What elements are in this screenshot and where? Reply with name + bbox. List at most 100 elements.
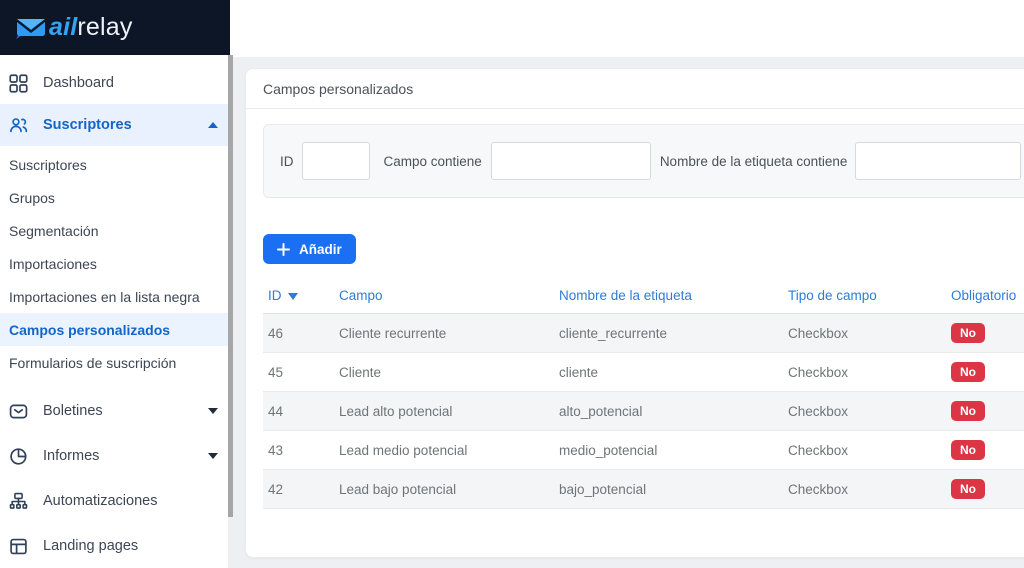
column-header-campo[interactable]: Campo [334, 284, 554, 314]
cell-id: 43 [263, 430, 334, 470]
chevron-down-icon [208, 453, 218, 459]
campo-filter-input[interactable] [490, 142, 651, 180]
sidebar: ailrelay Dashboard Suscriptores Suscript… [0, 0, 233, 568]
sidebar-nav: Dashboard Suscriptores Suscriptores Grup… [0, 55, 230, 567]
cell-tipo: Checkbox [783, 391, 946, 431]
automation-flow-icon [9, 492, 28, 511]
cell-id: 45 [263, 352, 334, 392]
cell-id: 46 [263, 313, 334, 353]
cell-campo: Lead bajo potencial [334, 469, 554, 509]
sidebar-item-landing-pages[interactable]: Landing pages [0, 525, 230, 567]
sidebar-item-automatizaciones[interactable]: Automatizaciones [0, 480, 230, 522]
sidebar-item-label: Automatizaciones [43, 493, 158, 509]
cell-etiqueta: cliente [554, 352, 783, 392]
column-header-label: Tipo de campo [788, 288, 877, 303]
sidebar-scrollbar[interactable] [228, 55, 233, 568]
plus-icon [277, 242, 290, 256]
pie-chart-icon [9, 447, 28, 466]
etiqueta-filter-label: Nombre de la etiqueta contiene [659, 153, 848, 169]
column-header-label: Campo [339, 288, 383, 303]
subitem-label: Formularios de suscripción [9, 354, 177, 371]
newsletter-icon [9, 402, 28, 421]
sidebar-item-label: Dashboard [43, 75, 114, 91]
sidebar-subitem-grupos[interactable]: Grupos [0, 181, 230, 214]
sidebar-item-suscriptores[interactable]: Suscriptores [0, 104, 230, 146]
status-badge: No [951, 401, 985, 421]
sidebar-subitem-formularios[interactable]: Formularios de suscripción [0, 346, 230, 379]
column-header-id[interactable]: ID [263, 284, 334, 314]
cell-campo: Lead medio potencial [334, 430, 554, 470]
sidebar-scrollbar-thumb[interactable] [228, 55, 233, 517]
sidebar-item-label: Landing pages [43, 538, 139, 554]
sidebar-subitem-suscriptores[interactable]: Suscriptores [0, 148, 230, 181]
subitem-label: Importaciones en la lista negra [9, 288, 200, 305]
campo-filter-label: Campo contiene [383, 153, 482, 169]
sidebar-item-label: Informes [43, 448, 100, 464]
etiqueta-filter-input[interactable] [855, 142, 1022, 180]
card-header: Campos personalizados [246, 69, 1024, 109]
status-badge: No [951, 440, 985, 460]
id-filter-input[interactable] [301, 142, 370, 180]
column-header-label: ID [268, 288, 282, 303]
sidebar-item-label: Suscriptores [43, 117, 132, 133]
table-row[interactable]: 46 Cliente recurrente cliente_recurrente… [263, 313, 1024, 353]
subitem-label: Grupos [9, 189, 55, 206]
page-title: Campos personalizados [263, 80, 414, 97]
table-header-row: ID Campo Nombre de la etiqueta Tipo de c… [263, 284, 1024, 314]
filter-bar: ID Campo contiene Nombre de la etiqueta … [263, 124, 1024, 198]
cell-campo: Cliente [334, 352, 554, 392]
cell-tipo: Checkbox [783, 469, 946, 509]
table-row[interactable]: 45 Cliente cliente Checkbox No [263, 352, 1024, 392]
cell-etiqueta: medio_potencial [554, 430, 783, 470]
sidebar-subitem-segmentacion[interactable]: Segmentación [0, 214, 230, 247]
status-badge: No [951, 323, 985, 343]
column-header-label: Obligatorio [951, 288, 1017, 303]
status-badge: No [951, 479, 985, 499]
subitem-label: Campos personalizados [9, 321, 171, 338]
sort-desc-icon [287, 293, 298, 300]
cell-etiqueta: cliente_recurrente [554, 313, 783, 353]
layout-icon [9, 537, 28, 556]
mailrelay-logo-icon [13, 14, 47, 41]
cell-tipo: Checkbox [783, 430, 946, 470]
cell-tipo: Checkbox [783, 313, 946, 353]
chevron-down-icon [208, 408, 218, 414]
cell-etiqueta: alto_potencial [554, 391, 783, 431]
sidebar-item-label: Boletines [43, 403, 103, 419]
cell-campo: Lead alto potencial [334, 391, 554, 431]
subitem-label: Importaciones [9, 255, 97, 272]
table-row[interactable]: 43 Lead medio potencial medio_potencial … [263, 430, 1024, 470]
subitem-label: Suscriptores [9, 156, 87, 173]
grid-icon [9, 73, 28, 93]
main-area: Campos personalizados ID Campo contiene … [233, 0, 1024, 568]
status-badge: No [951, 362, 985, 382]
logo[interactable]: ailrelay [0, 0, 230, 55]
cell-campo: Cliente recurrente [334, 313, 554, 353]
table-row[interactable]: 44 Lead alto potencial alto_potencial Ch… [263, 391, 1024, 431]
sidebar-item-boletines[interactable]: Boletines [0, 390, 230, 432]
add-field-button[interactable]: Añadir [263, 234, 356, 264]
cell-etiqueta: bajo_potencial [554, 469, 783, 509]
sidebar-subitem-campos-personalizados[interactable]: Campos personalizados [0, 313, 230, 346]
sidebar-item-informes[interactable]: Informes [0, 435, 230, 477]
sidebar-subitem-importaciones[interactable]: Importaciones [0, 247, 230, 280]
table-row[interactable]: 42 Lead bajo potencial bajo_potencial Ch… [263, 469, 1024, 509]
custom-fields-table: ID Campo Nombre de la etiqueta Tipo de c… [263, 284, 1024, 509]
add-button-label: Añadir [299, 241, 342, 257]
sidebar-subitem-importaciones-lista-negra[interactable]: Importaciones en la lista negra [0, 280, 230, 313]
cell-tipo: Checkbox [783, 352, 946, 392]
suscriptores-submenu: Suscriptores Grupos Segmentación Importa… [0, 146, 230, 385]
logo-text: ailrelay [49, 13, 133, 41]
users-icon [9, 116, 28, 135]
sidebar-item-dashboard[interactable]: Dashboard [0, 62, 230, 104]
subitem-label: Segmentación [9, 222, 99, 239]
column-header-label: Nombre de la etiqueta [559, 288, 692, 303]
cell-id: 44 [263, 391, 334, 431]
column-header-etiqueta[interactable]: Nombre de la etiqueta [554, 284, 783, 314]
cell-id: 42 [263, 469, 334, 509]
column-header-tipo[interactable]: Tipo de campo [783, 284, 946, 314]
campos-personalizados-card: Campos personalizados ID Campo contiene … [245, 68, 1024, 558]
id-filter-label: ID [280, 153, 294, 169]
column-header-obligatorio[interactable]: Obligatorio [946, 284, 1024, 314]
chevron-up-icon [208, 122, 218, 128]
